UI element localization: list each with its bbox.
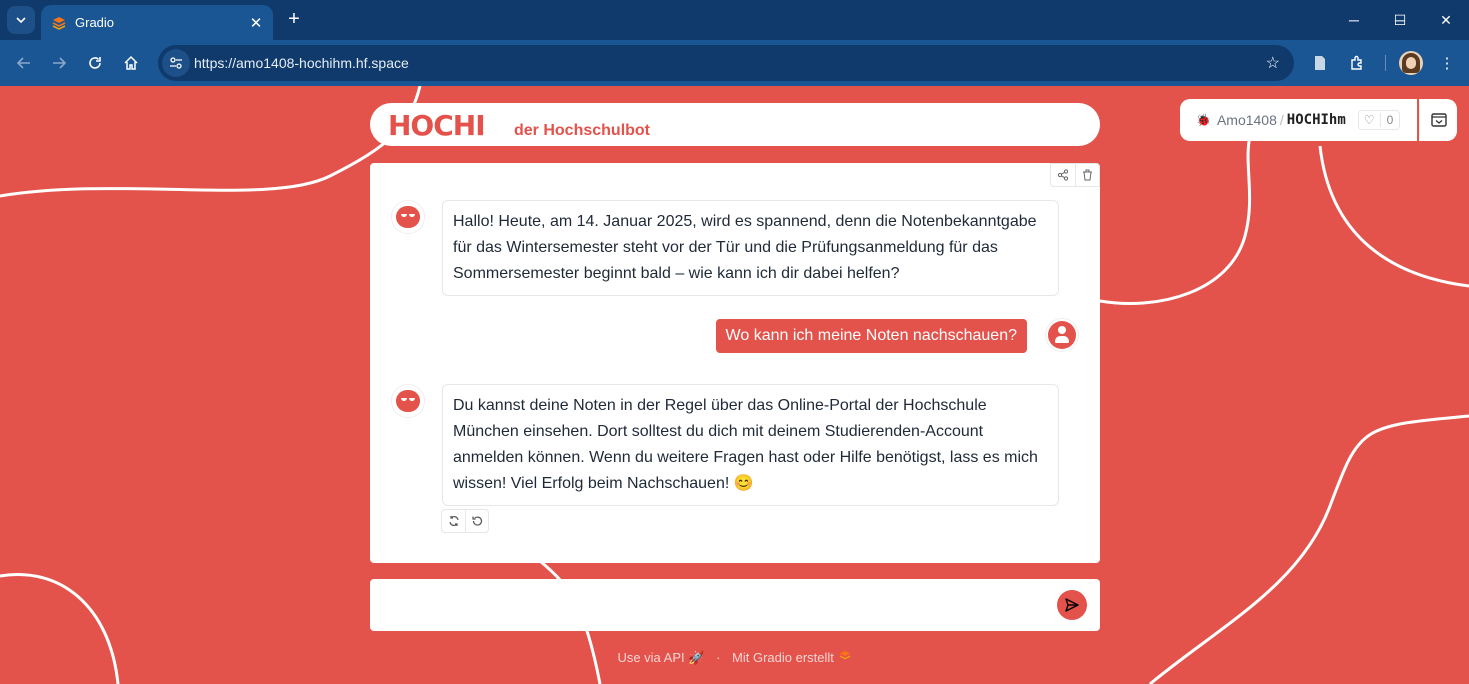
footer: Use via API 🚀 · Mit Gradio erstellt (0, 650, 1469, 666)
app-subtitle: der Hochschulbot (514, 122, 651, 139)
user-avatar (1045, 318, 1079, 352)
gradio-link[interactable]: Mit Gradio erstellt (732, 650, 834, 665)
profile-avatar[interactable] (1399, 51, 1423, 75)
back-icon[interactable] (10, 49, 38, 77)
like-button[interactable]: ♡ 0 (1357, 110, 1401, 130)
bot-message: Du kannst deine Noten in der Regel über … (442, 384, 1059, 506)
gradio-favicon-icon (52, 16, 66, 30)
heart-icon: ♡ (1359, 113, 1381, 127)
window-maximize-button[interactable]: ☐ (1377, 0, 1423, 40)
space-owner[interactable]: Amo1408 (1217, 112, 1277, 128)
send-button[interactable] (1057, 590, 1087, 620)
site-settings-icon[interactable] (162, 49, 190, 77)
url-text[interactable]: https://amo1408-hochihm.hf.space (194, 55, 409, 71)
page-content: HOCHI der Hochschulbot 🐞 Amo1408 / HOCHI… (0, 86, 1469, 684)
like-count: 0 (1386, 113, 1394, 127)
forward-icon[interactable] (45, 49, 73, 77)
app-header: HOCHI der Hochschulbot (370, 103, 1100, 146)
browser-tab[interactable]: Gradio ✕ (41, 5, 273, 40)
chat-toolbar (1050, 163, 1100, 187)
window-close-button[interactable]: ✕ (1423, 0, 1469, 40)
send-icon (1065, 598, 1079, 612)
path-separator: / (1279, 112, 1284, 128)
use-via-api-link[interactable]: Use via API (617, 650, 684, 665)
undo-icon[interactable] (465, 510, 488, 532)
footer-separator: · (716, 650, 721, 665)
chevron-down-icon (16, 17, 26, 23)
bot-avatar (391, 200, 425, 234)
address-bar[interactable]: https://amo1408-hochihm.hf.space ☆ (158, 45, 1294, 81)
retry-icon[interactable] (442, 510, 465, 532)
reading-mode-icon[interactable] (1308, 51, 1332, 75)
tab-title: Gradio (75, 15, 115, 30)
window-minimize-button[interactable]: ─ (1331, 0, 1377, 40)
home-icon[interactable] (117, 49, 145, 77)
collapse-header-icon[interactable] (1419, 99, 1457, 141)
hf-space-icon: 🐞 (1196, 113, 1211, 127)
trash-icon[interactable] (1075, 164, 1099, 186)
bot-avatar (391, 384, 425, 418)
extensions-icon[interactable] (1345, 51, 1369, 75)
hf-space-badge[interactable]: 🐞 Amo1408 / HOCHIhm ♡ 0 (1180, 99, 1417, 141)
message-actions (441, 509, 489, 533)
api-rocket-icon: 🚀 (688, 650, 705, 665)
more-menu-icon[interactable]: ⋮ (1435, 51, 1459, 75)
gradio-logo-icon (838, 650, 852, 665)
tab-close-icon[interactable]: ✕ (245, 12, 267, 34)
browser-toolbar: https://amo1408-hochihm.hf.space ☆ ⋮ (0, 40, 1469, 86)
share-icon[interactable] (1051, 164, 1075, 186)
space-name[interactable]: HOCHIhm (1287, 112, 1346, 128)
hochi-logo: HOCHI (388, 109, 486, 142)
new-tab-button[interactable]: + (283, 8, 305, 30)
message-input[interactable] (382, 591, 1042, 619)
bot-message: Hallo! Heute, am 14. Januar 2025, wird e… (442, 200, 1059, 296)
reload-icon[interactable] (81, 49, 109, 77)
tab-search-button[interactable] (7, 6, 35, 34)
message-input-box (370, 579, 1100, 631)
user-message: Wo kann ich meine Noten nachschauen? (715, 319, 1027, 353)
chatbot-panel: Hallo! Heute, am 14. Januar 2025, wird e… (370, 163, 1100, 563)
bookmark-star-icon[interactable]: ☆ (1266, 53, 1280, 73)
browser-tab-bar: Gradio ✕ + ─ (0, 0, 1469, 40)
toolbar-separator (1385, 55, 1386, 71)
